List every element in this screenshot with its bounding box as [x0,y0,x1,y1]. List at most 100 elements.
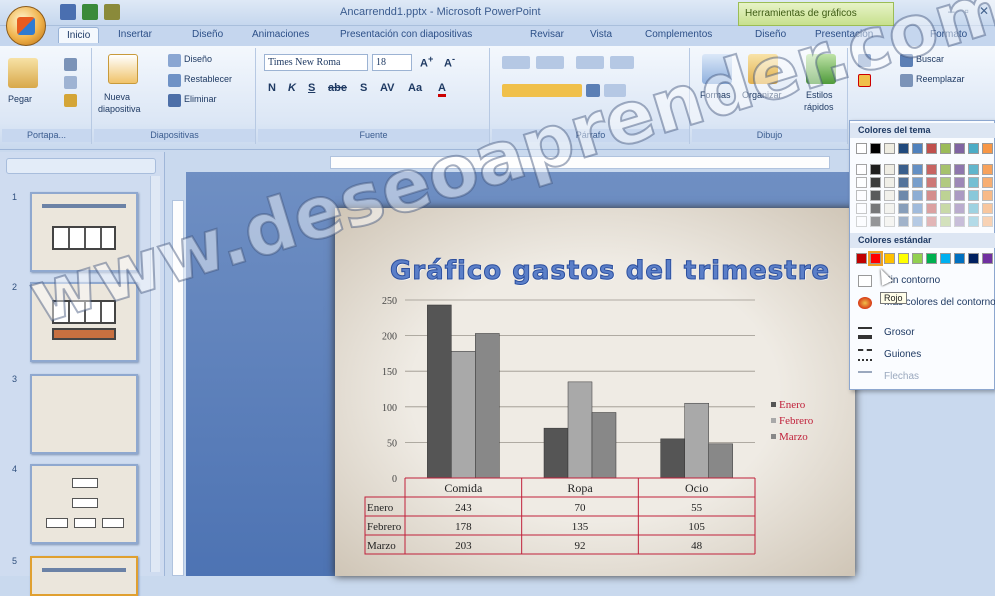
tab-chart-diseno[interactable]: Diseño [755,29,786,40]
tab-revisar[interactable]: Revisar [530,29,564,40]
slide-canvas[interactable]: Gráfico gastos del trimestre 0 50 100 150 20… [335,208,855,576]
theme-color-swatch[interactable] [926,143,937,154]
panel-scrollbar[interactable] [150,176,160,572]
close-icon[interactable]: ✕ [979,4,989,18]
theme-color-swatch[interactable] [926,216,937,227]
tab-chart-formato[interactable]: Formato [930,29,967,40]
theme-color-swatch[interactable] [954,143,965,154]
arrows-item[interactable]: Flechas [850,367,995,387]
slide-thumbnail-5[interactable] [30,556,138,596]
theme-color-swatch[interactable] [940,177,951,188]
paste-icon[interactable] [8,58,38,88]
theme-color-swatch[interactable] [926,177,937,188]
slide-thumbnail-4[interactable] [30,464,138,544]
format-painter-icon[interactable] [64,94,77,107]
theme-color-swatch[interactable] [870,190,881,201]
shape-outline-icon[interactable] [858,74,871,87]
theme-color-swatch[interactable] [884,143,895,154]
standard-color-swatch[interactable] [954,253,965,264]
copy-icon[interactable] [64,76,77,89]
theme-color-swatch[interactable] [898,216,909,227]
shapes-icon[interactable] [702,54,732,84]
delete-label[interactable]: Eliminar [184,94,217,104]
standard-color-swatch[interactable] [968,253,979,264]
theme-color-swatch[interactable] [982,164,993,175]
theme-color-swatch[interactable] [912,203,923,214]
standard-color-swatch[interactable] [898,253,909,264]
theme-color-swatch[interactable] [884,164,895,175]
new-slide-icon[interactable] [108,54,138,84]
indent-icon[interactable] [576,56,604,69]
bullets-icon[interactable] [502,56,530,69]
theme-color-swatch[interactable] [898,164,909,175]
slide-thumbnail-3[interactable] [30,374,138,454]
theme-color-swatch[interactable] [870,203,881,214]
shapes-label[interactable]: Formas [700,90,731,100]
theme-color-swatch[interactable] [968,190,979,201]
panel-tabs[interactable] [6,158,156,174]
new-slide-label[interactable]: Nueva [104,92,130,102]
theme-color-swatch[interactable] [856,216,867,227]
shape-fill-icon[interactable] [858,54,871,67]
slide-thumbnail-1[interactable] [30,192,138,272]
expenses-chart[interactable]: 0 50 100 150 200 250 Comida Ropa Ocio Enero 243 70… [335,208,855,576]
theme-color-swatch[interactable] [926,190,937,201]
tab-chart-presentacion[interactable]: Presentación [815,29,873,40]
theme-color-swatch[interactable] [912,190,923,201]
theme-color-swatch[interactable] [982,216,993,227]
save-icon[interactable] [60,4,76,20]
tab-complementos[interactable]: Complementos [645,29,712,40]
theme-color-swatch[interactable] [856,143,867,154]
theme-color-swatch[interactable] [856,203,867,214]
theme-color-swatch[interactable] [940,143,951,154]
quick-styles-label[interactable]: Estilos [806,90,833,100]
font-name-combo[interactable]: Times New Roma [264,54,368,71]
columns-icon[interactable] [586,84,600,97]
no-outline-item[interactable]: Sin contorno [850,271,995,291]
font-size-combo[interactable]: 18 [372,54,412,71]
theme-color-swatch[interactable] [940,216,951,227]
tab-presentacion[interactable]: Presentación con diapositivas [340,29,472,40]
theme-color-swatch[interactable] [954,216,965,227]
shadow-icon[interactable]: S [360,82,367,94]
theme-color-swatch[interactable] [884,203,895,214]
replace-label[interactable]: Reemplazar [916,74,965,84]
find-label[interactable]: Buscar [916,54,944,64]
theme-color-swatch[interactable] [982,190,993,201]
theme-color-swatch[interactable] [954,203,965,214]
theme-color-swatch[interactable] [954,164,965,175]
slide-thumbnail-2[interactable] [30,282,138,362]
quick-styles-icon[interactable] [806,54,836,84]
tab-diseno[interactable]: Diseño [192,29,223,40]
tab-animaciones[interactable]: Animaciones [252,29,309,40]
arrange-icon[interactable] [748,54,778,84]
theme-color-swatch[interactable] [968,143,979,154]
weight-item[interactable]: Grosor [850,323,995,343]
tab-inicio[interactable]: Inicio [58,27,100,43]
theme-color-swatch[interactable] [856,190,867,201]
theme-color-swatch[interactable] [870,177,881,188]
layout-icon[interactable] [168,54,181,67]
font-color-icon[interactable]: A [438,82,446,97]
strikethrough-icon[interactable]: abe [328,82,347,94]
theme-color-swatch[interactable] [884,177,895,188]
align-buttons-icon[interactable] [502,84,582,97]
theme-color-swatch[interactable] [926,164,937,175]
theme-color-swatch[interactable] [856,164,867,175]
theme-color-swatch[interactable] [912,164,923,175]
bold-icon[interactable]: N [268,82,276,94]
numbering-icon[interactable] [536,56,564,69]
redo-icon[interactable] [104,4,120,20]
theme-color-swatch[interactable] [954,177,965,188]
direction-icon[interactable] [604,84,626,97]
theme-color-swatch[interactable] [954,190,965,201]
new-slide-label-2[interactable]: diapositiva [98,104,141,114]
theme-color-swatch[interactable] [982,143,993,154]
theme-color-swatch[interactable] [898,143,909,154]
grow-font-icon[interactable]: A+ [420,54,433,70]
theme-color-swatch[interactable] [940,164,951,175]
theme-color-swatch[interactable] [884,190,895,201]
paste-label[interactable]: Pegar [8,94,32,104]
undo-icon[interactable] [82,4,98,20]
quick-styles-label-2[interactable]: rápidos [804,102,834,112]
